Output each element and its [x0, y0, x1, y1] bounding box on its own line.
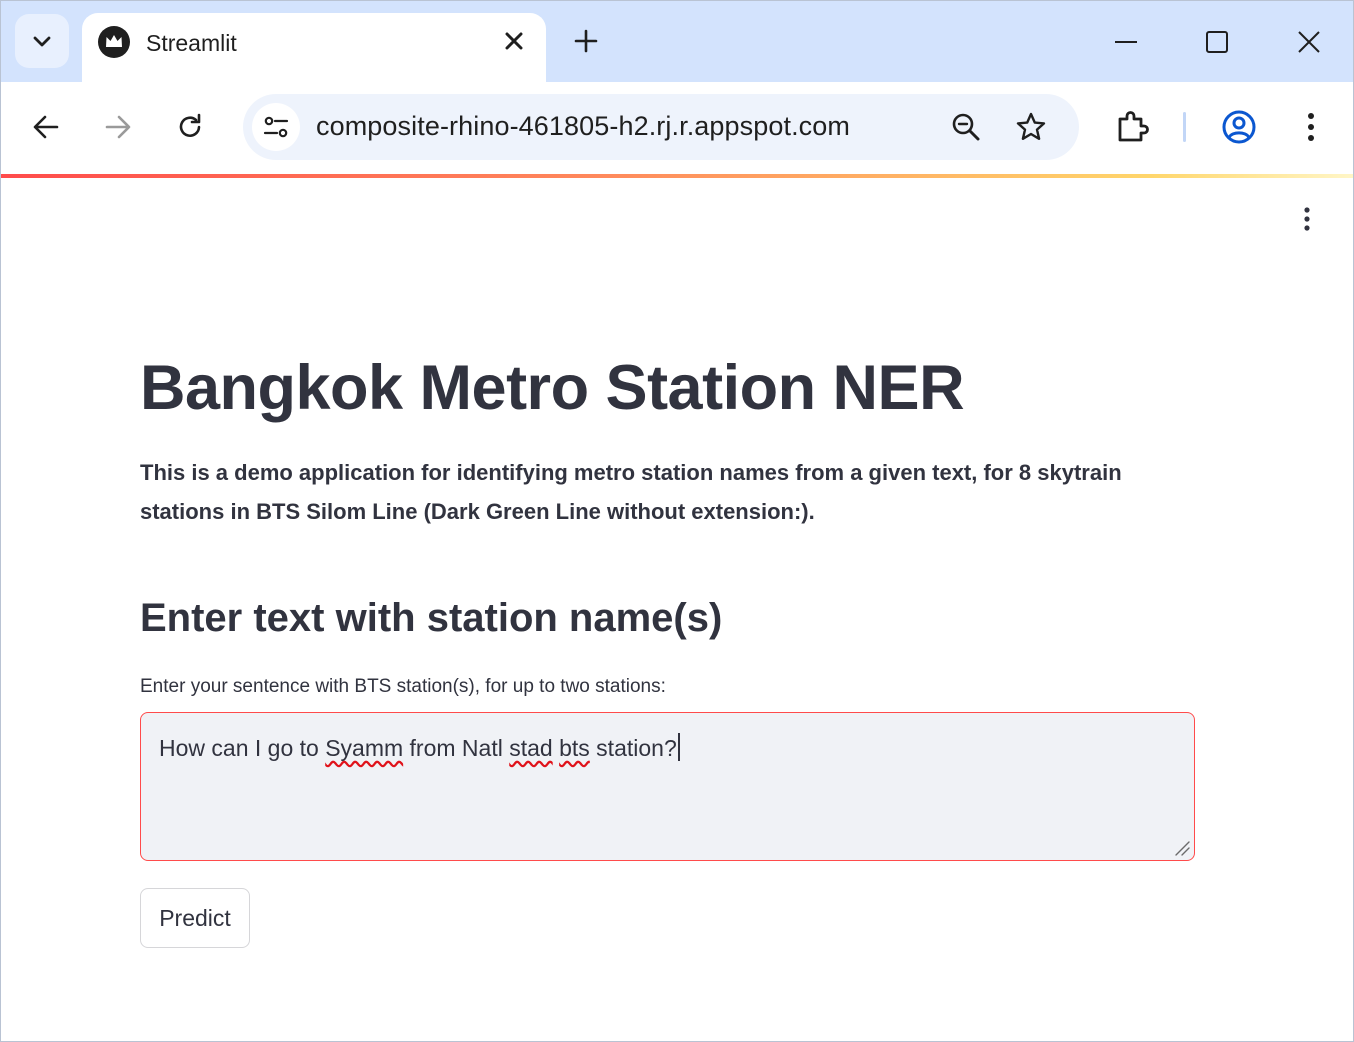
- section-subheader: Enter text with station name(s): [140, 596, 723, 640]
- browser-toolbar: composite-rhino-461805-h2.rj.r.appspot.c…: [0, 82, 1354, 174]
- maximize-icon[interactable]: [1202, 27, 1232, 57]
- toolbar-separator: [1183, 112, 1186, 142]
- resize-handle-icon[interactable]: [1174, 840, 1190, 856]
- close-icon[interactable]: [500, 27, 528, 55]
- tab-title: Streamlit: [146, 30, 237, 56]
- plus-icon[interactable]: [572, 27, 600, 55]
- text-area-value: How can I go to Syamm from Natl stad bts…: [159, 733, 680, 762]
- text-segment: station?: [589, 735, 677, 761]
- window-close-icon[interactable]: [1294, 27, 1324, 57]
- site-info-button[interactable]: [252, 103, 300, 151]
- kebab-menu-icon[interactable]: [1291, 107, 1331, 147]
- text-segment: How can I go to: [159, 735, 326, 761]
- tab-search-icon: [33, 36, 51, 47]
- text-segment: from Natl: [403, 735, 510, 761]
- predict-button[interactable]: Predict: [140, 888, 250, 948]
- streamlit-app: Bangkok Metro Station NER This is a demo…: [0, 178, 1354, 1042]
- browser-titlebar: Streamlit: [0, 0, 1354, 82]
- text-caret: [677, 733, 680, 761]
- address-bar[interactable]: composite-rhino-461805-h2.rj.r.appspot.c…: [243, 94, 1079, 160]
- page-title: Bangkok Metro Station NER: [140, 353, 965, 423]
- reload-icon[interactable]: [172, 109, 208, 145]
- tab-search-button[interactable]: [15, 14, 69, 68]
- minimize-icon[interactable]: [1111, 27, 1141, 57]
- sentence-text-area[interactable]: How can I go to Syamm from Natl stad bts…: [140, 712, 1195, 861]
- app-menu-icon[interactable]: [1294, 204, 1320, 234]
- extensions-icon[interactable]: [1112, 107, 1152, 147]
- text-area-label: Enter your sentence with BTS station(s),…: [140, 676, 666, 697]
- forward-arrow-icon[interactable]: [100, 109, 136, 145]
- profile-icon[interactable]: [1219, 107, 1259, 147]
- streamlit-crown-icon: [98, 26, 130, 58]
- misspelled-word: Syamm: [325, 735, 404, 761]
- browser-tab-active[interactable]: Streamlit: [82, 13, 546, 82]
- url-text: composite-rhino-461805-h2.rj.r.appspot.c…: [316, 111, 850, 141]
- misspelled-word: stad: [509, 735, 553, 761]
- site-info-icon: [263, 116, 289, 138]
- star-icon[interactable]: [1014, 110, 1048, 144]
- back-arrow-icon[interactable]: [28, 109, 64, 145]
- zoom-icon[interactable]: [949, 110, 983, 144]
- app-description: This is a demo application for identifyi…: [140, 460, 1122, 524]
- misspelled-word: bts: [559, 735, 590, 761]
